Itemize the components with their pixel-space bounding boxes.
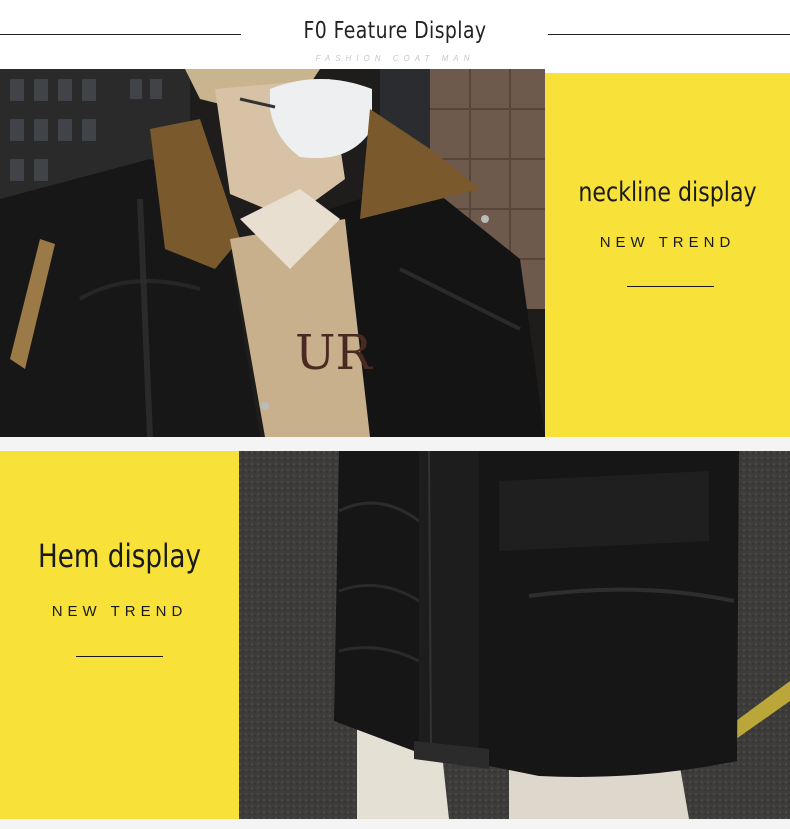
svg-text:UR: UR [295, 325, 373, 381]
hem-title: Hem display [38, 537, 201, 575]
neckline-underline [627, 286, 714, 287]
hem-subtitle: NEW TREND [51, 603, 188, 620]
neckline-title: neckline display [578, 177, 757, 208]
panel-spacer [0, 437, 790, 451]
neckline-info-panel: neckline display NEW TREND [545, 73, 790, 437]
bottom-spacer [0, 819, 790, 829]
neckline-subtitle: NEW TREND [599, 234, 736, 251]
neckline-photo: UR [0, 69, 545, 437]
hem-underline [76, 656, 163, 657]
section-header: F0 Feature Display FASHION COAT MAN [0, 0, 790, 68]
section-subtitle: FASHION COAT MAN [315, 54, 475, 63]
hem-photo [239, 451, 790, 819]
hem-info-panel: Hem display NEW TREND [0, 451, 239, 819]
section-title: F0 Feature Display [303, 18, 487, 44]
